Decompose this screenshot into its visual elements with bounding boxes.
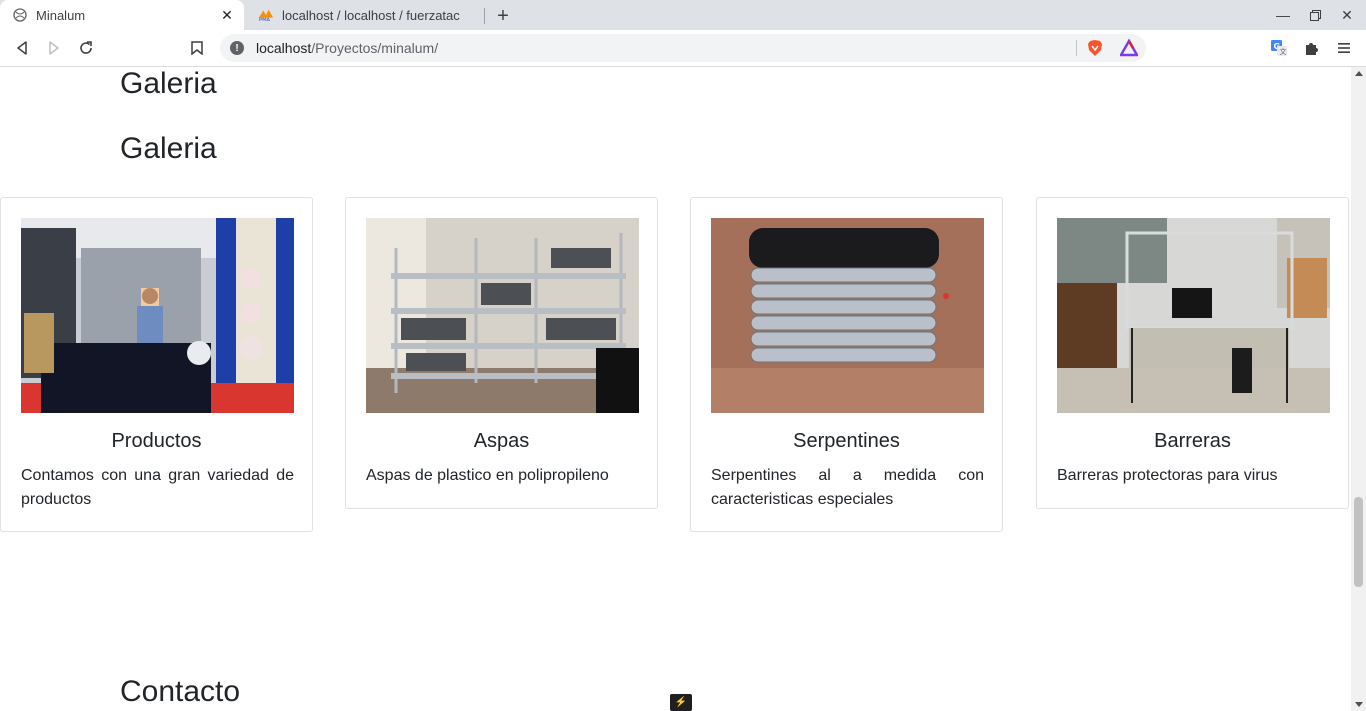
card-title: Barreras: [1154, 430, 1231, 452]
card-title: Serpentines: [793, 430, 900, 452]
tab-divider: [484, 8, 485, 24]
omnibox-divider: [1076, 40, 1077, 56]
section-heading-contacto: Contacto: [120, 675, 241, 708]
card-text: Aspas de plastico en polipropileno: [366, 467, 609, 484]
card-image-aspas: [366, 218, 639, 413]
url-path: /Proyectos/minalum/: [311, 40, 439, 56]
page-scrollbar[interactable]: [1351, 67, 1366, 711]
url-text: localhost/Proyectos/minalum/: [256, 40, 438, 56]
address-bar[interactable]: ! localhost/Proyectos/minalum/: [220, 34, 1146, 62]
translate-icon[interactable]: G文: [1267, 36, 1291, 60]
phpmyadmin-icon: PMA: [258, 7, 274, 23]
card-image-productos: [21, 218, 294, 413]
brave-shields-icon[interactable]: [1086, 39, 1104, 57]
section-heading-galeria-top: Galeria: [120, 67, 217, 100]
brave-rewards-icon[interactable]: [1118, 38, 1140, 57]
site-info-icon[interactable]: !: [230, 41, 244, 55]
card-image-serpentines: [711, 218, 984, 413]
reload-icon[interactable]: [74, 36, 98, 60]
gallery-card-productos: Productos Contamos con una gran variedad…: [0, 197, 313, 532]
browser-toolbar: ! localhost/Proyectos/minalum/ G文: [0, 30, 1366, 67]
minimize-icon[interactable]: —: [1272, 4, 1294, 26]
card-text: Serpentines al a medida con caracteristi…: [711, 467, 984, 508]
scrollbar-thumb[interactable]: [1354, 497, 1363, 587]
tab-strip: Minalum ✕ PMA localhost / localhost / fu…: [0, 0, 1366, 30]
page-viewport: Galeria Galeria Productos Contamos con u…: [0, 67, 1351, 711]
tab-title: localhost / localhost / fuerzatac: [282, 7, 460, 23]
section-heading-galeria: Galeria: [120, 132, 217, 165]
new-tab-button[interactable]: +: [492, 5, 514, 27]
lightning-icon[interactable]: ⚡: [670, 694, 692, 711]
scroll-down-icon[interactable]: [1355, 702, 1363, 707]
card-title: Productos: [111, 430, 202, 452]
card-text: Barreras protectoras para virus: [1057, 467, 1278, 484]
card-text: Contamos con una gran variedad de produc…: [21, 467, 294, 508]
card-image-barreras: [1057, 218, 1330, 413]
bookmark-icon[interactable]: [185, 36, 209, 60]
url-host: localhost: [256, 40, 312, 56]
close-window-icon[interactable]: ✕: [1336, 4, 1358, 26]
gallery-card-serpentines: Serpentines Serpentines al a medida con …: [690, 197, 1003, 532]
gallery-card-aspas: Aspas Aspas de plastico en polipropileno: [345, 197, 658, 509]
back-icon[interactable]: [10, 36, 34, 60]
menu-icon[interactable]: [1332, 36, 1356, 60]
gallery-card-barreras: Barreras Barreras protectoras para virus: [1036, 197, 1349, 509]
close-tab-icon[interactable]: ✕: [218, 6, 236, 24]
svg-text:文: 文: [1280, 47, 1287, 56]
tab-minalum[interactable]: Minalum ✕: [0, 0, 244, 30]
scroll-up-icon[interactable]: [1355, 71, 1363, 76]
extensions-icon[interactable]: [1300, 36, 1324, 60]
restore-icon[interactable]: [1304, 4, 1326, 26]
svg-text:PMA: PMA: [259, 17, 271, 22]
tab-phpmyadmin[interactable]: PMA localhost / localhost / fuerzatac: [246, 0, 484, 30]
forward-icon[interactable]: [42, 36, 66, 60]
globe-icon: [12, 7, 28, 23]
card-title: Aspas: [473, 430, 530, 452]
tab-title: Minalum: [36, 7, 86, 23]
